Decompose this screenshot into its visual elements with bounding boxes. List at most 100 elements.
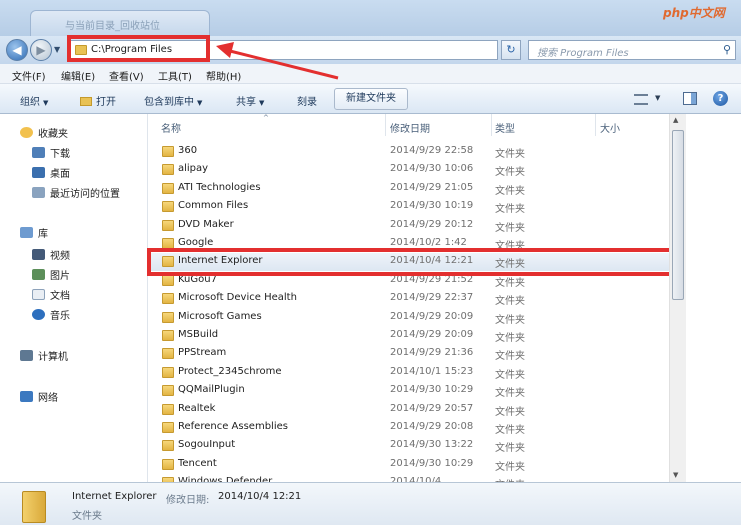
picture-icon [32,269,45,280]
modified-date: 2014/10/4 12:21 [218,491,302,502]
menu-tools[interactable]: 工具(T) [158,68,192,83]
scroll-down-icon[interactable]: ▼ [673,471,678,479]
file-type: 文件夹 [495,204,525,216]
share-button[interactable]: 共享 ▼ [236,93,264,108]
back-button[interactable]: ◀ [6,39,28,61]
sidebar-item-videos[interactable]: 视频 [32,247,70,262]
column-header-type[interactable]: 类型 [495,120,515,135]
table-row[interactable]: Realtek 2014/9/29 20:57 文件夹 [149,401,669,419]
file-name[interactable]: Reference Assemblies [178,421,288,432]
table-row[interactable]: Microsoft Device Health 2014/9/29 22:37 文件… [149,290,669,308]
annotation-arrow [216,42,339,80]
menu-edit[interactable]: 编辑(E) [61,68,95,83]
network-icon [20,391,33,402]
file-name[interactable]: Common Files [178,200,248,211]
chevron-down-icon: ▼ [197,99,203,107]
table-row[interactable]: QQMailPlugin 2014/9/30 10:29 文件夹 [149,382,669,400]
sidebar-item-pictures[interactable]: 图片 [32,267,70,282]
sort-indicator-icon: ^ [263,114,269,122]
search-box[interactable]: 搜索 Program Files ⚲ [528,40,736,60]
file-name[interactable]: Google [178,237,213,248]
scroll-up-icon[interactable]: ▲ [673,116,678,124]
file-name[interactable]: Tencent [178,458,217,469]
file-name[interactable]: alipay [178,163,208,174]
recent-pages-dropdown[interactable]: ▼ [54,45,60,54]
window-tab[interactable]: 与当前目录_回收站位 [30,10,210,36]
sidebar-item-desktop[interactable]: 桌面 [32,165,70,180]
forward-button[interactable]: ▶ [30,39,52,61]
file-name[interactable]: PPStream [178,347,226,358]
sidebar-item-favorites[interactable]: 收藏夹 [20,125,68,140]
sidebar-item-computer[interactable]: 计算机 [20,348,68,363]
table-row[interactable]: PPStream 2014/9/29 21:36 文件夹 [149,345,669,363]
new-folder-button[interactable]: 新建文件夹 [334,88,408,110]
table-row[interactable]: ATI Technologies 2014/9/29 21:05 文件夹 [149,180,669,198]
column-divider[interactable] [595,114,596,136]
view-options-icon[interactable] [634,94,648,105]
command-toolbar: 组织 ▼ 打开 包含到库中 ▼ 共享 ▼ 刻录 新建文件夹 ▼ ? [0,84,741,114]
file-name[interactable]: Protect_2345chrome [178,366,282,377]
sidebar-item-documents[interactable]: 文档 [32,287,70,302]
table-row[interactable]: alipay 2014/9/30 10:06 文件夹 [149,161,669,179]
sidebar-label: 计算机 [38,352,68,363]
file-name[interactable]: MSBuild [178,329,218,340]
file-date: 2014/9/30 13:22 [390,439,474,451]
search-placeholder[interactable]: 搜索 Program Files [537,44,629,59]
sidebar-label: 网络 [38,393,58,404]
organize-button[interactable]: 组织 ▼ [20,93,48,108]
file-type: 文件夹 [495,277,525,289]
scroll-thumb[interactable] [672,130,684,300]
file-name[interactable]: DVD Maker [178,219,234,230]
file-name[interactable]: Realtek [178,403,215,414]
sidebar-item-libraries[interactable]: 库 [20,225,48,240]
table-row[interactable]: Microsoft Games 2014/9/29 20:09 文件夹 [149,309,669,327]
open-button[interactable]: 打开 [80,93,116,108]
file-type: 文件夹 [495,185,525,197]
column-divider[interactable] [385,114,386,136]
menu-bar: 文件(F) 编辑(E) 查看(V) 工具(T) 帮助(H) [0,64,741,84]
table-row[interactable]: Protect_2345chrome 2014/10/1 15:23 文件夹 [149,364,669,382]
column-header-date[interactable]: 修改日期 [390,120,430,135]
sidebar-item-recent[interactable]: 最近访问的位置 [32,185,120,200]
column-header-size[interactable]: 大小 [600,120,620,135]
refresh-button[interactable]: ↻ [501,40,521,60]
help-icon[interactable]: ? [713,91,728,106]
file-name[interactable]: Microsoft Device Health [178,292,297,303]
table-row[interactable]: Common Files 2014/9/30 10:19 文件夹 [149,198,669,216]
table-row[interactable]: Windows Defender2014/10/4 ...文件夹 [149,474,669,482]
file-name[interactable]: 360 [178,145,197,156]
file-name[interactable]: Microsoft Games [178,311,262,322]
table-row[interactable]: SogouInput 2014/9/30 13:22 文件夹 [149,437,669,455]
file-name[interactable]: QQMailPlugin [178,384,245,395]
file-name[interactable]: ATI Technologies [178,182,261,193]
file-date: 2014/9/30 10:19 [390,200,474,212]
vertical-scrollbar[interactable]: ▲ ▼ [669,114,686,482]
file-date: 2014/10/2 1:42 [390,237,467,248]
file-date: 2014/9/29 22:58 [390,145,474,156]
sidebar-item-downloads[interactable]: 下载 [32,145,70,160]
folder-icon [162,219,174,231]
desktop-icon [32,167,45,178]
file-name[interactable]: SogouInput [178,439,235,450]
table-row[interactable]: MSBuild 2014/9/29 20:09 文件夹 [149,327,669,345]
table-row[interactable]: Reference Assemblies 2014/9/29 20:08 文件夹 [149,419,669,437]
sidebar-item-music[interactable]: 音乐 [32,307,70,322]
include-in-library-button[interactable]: 包含到库中 ▼ [144,93,202,108]
menu-file[interactable]: 文件(F) [12,68,46,83]
table-row[interactable]: DVD Maker 2014/9/29 20:12 文件夹 [149,217,669,235]
preview-pane-icon[interactable] [683,92,697,105]
chevron-down-icon[interactable]: ▼ [655,94,660,102]
burn-button[interactable]: 刻录 [297,93,317,108]
sidebar-label: 下载 [50,149,70,160]
menu-view[interactable]: 查看(V) [109,68,144,83]
sidebar-item-network[interactable]: 网络 [20,389,58,404]
folder-icon [162,348,174,360]
file-type: 文件夹 [495,296,525,308]
column-header-name[interactable]: 名称 [161,120,181,135]
table-row[interactable]: 360 2014/9/29 22:58 文件夹 [149,143,669,161]
file-date: 2014/9/29 21:36 [390,347,474,359]
search-icon[interactable]: ⚲ [723,43,731,56]
table-row[interactable]: Tencent 2014/9/30 10:29 文件夹 [149,456,669,474]
column-divider[interactable] [491,114,492,136]
folder-icon [162,403,174,415]
